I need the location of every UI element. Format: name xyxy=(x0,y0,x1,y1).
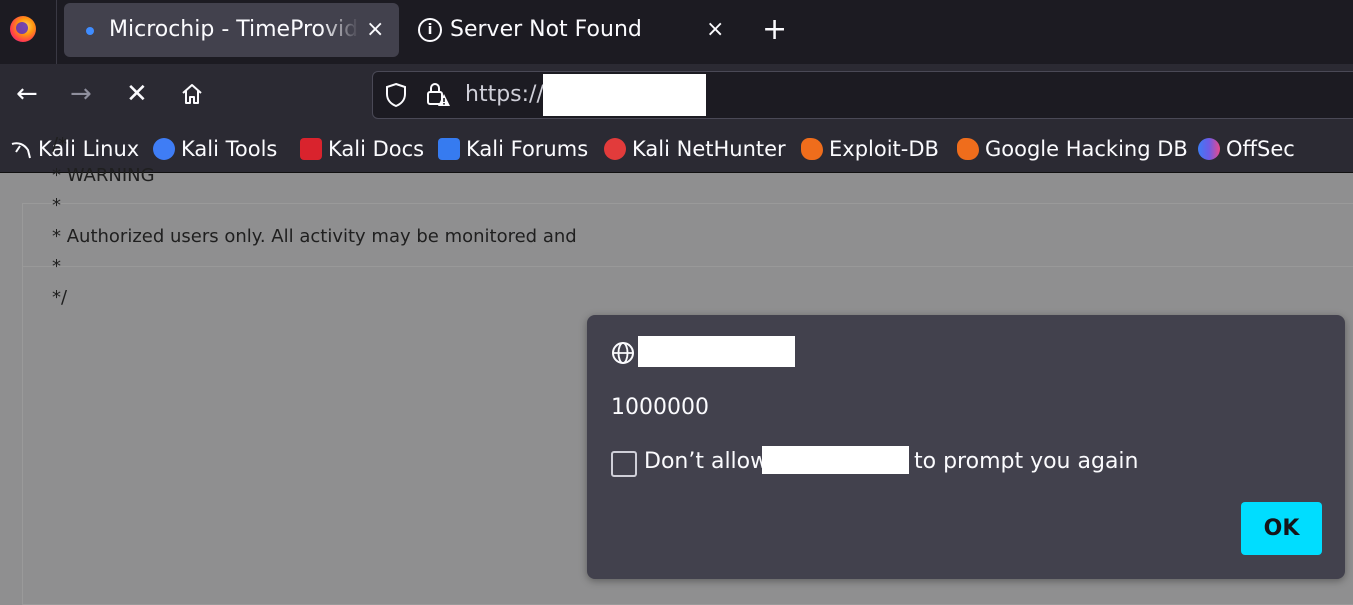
exploit-db-icon xyxy=(801,138,823,160)
tab-microchip[interactable]: Microchip - TimeProvider × xyxy=(64,3,399,57)
ok-button[interactable]: OK xyxy=(1241,502,1322,555)
kali-dragon-icon xyxy=(11,142,31,159)
info-icon: i xyxy=(418,18,442,42)
tab-title: Microchip - TimeProvider xyxy=(109,17,359,42)
home-icon[interactable] xyxy=(180,82,204,106)
tab-separator xyxy=(56,0,57,64)
prompt-dialog: 1000000 Don’t allow to prompt you again … xyxy=(587,315,1345,579)
tab-close-icon[interactable]: × xyxy=(366,17,384,42)
url-text: https:// xyxy=(465,82,544,107)
shield-icon[interactable] xyxy=(385,82,407,108)
tab-title: Server Not Found xyxy=(450,17,642,42)
lock-warning-icon[interactable] xyxy=(425,80,451,108)
dont-allow-checkbox[interactable] xyxy=(611,451,637,477)
checkbox-label-suffix[interactable]: to prompt you again xyxy=(914,449,1138,474)
bookmark-offsec[interactable]: OffSec xyxy=(1198,134,1295,164)
url-bar[interactable]: https:// xyxy=(372,71,1353,119)
tab-close-icon[interactable]: × xyxy=(706,17,724,42)
redacted-url xyxy=(543,74,706,116)
prompt-message: 1000000 xyxy=(611,395,709,420)
code-line: /* xyxy=(52,134,68,155)
code-line: * xyxy=(52,256,61,277)
tab-server-not-found[interactable]: i Server Not Found × xyxy=(408,3,738,57)
code-line: * WARNING xyxy=(52,164,155,186)
bookmark-kali-nethunter[interactable]: Kali NetHunter xyxy=(604,134,786,164)
code-line: */ xyxy=(52,286,68,308)
bookmark-google-hacking-db[interactable]: Google Hacking DB xyxy=(957,134,1188,164)
code-line: * Authorized users only. All activity ma… xyxy=(52,225,577,247)
redacted-hostname xyxy=(762,446,909,474)
code-line: * xyxy=(52,195,61,216)
loading-dot-icon xyxy=(86,27,94,35)
firefox-logo-icon[interactable] xyxy=(10,16,36,42)
nav-toolbar: ← → ✕ https:// xyxy=(0,64,1353,126)
stop-button[interactable]: ✕ xyxy=(126,78,148,110)
tab-strip: Microchip - TimeProvider × i Server Not … xyxy=(0,0,1353,64)
back-button[interactable]: ← xyxy=(16,78,38,110)
new-tab-button[interactable]: + xyxy=(762,12,787,48)
offsec-icon xyxy=(1198,138,1220,160)
redacted-hostname xyxy=(638,336,795,367)
bookmark-exploit-db[interactable]: Exploit-DB xyxy=(801,134,939,164)
globe-icon xyxy=(612,342,634,364)
warning-banner-text: /* * WARNING * * Authorized users only. All… xyxy=(52,130,577,313)
ghdb-icon xyxy=(957,138,979,160)
kali-nethunter-icon xyxy=(604,138,626,160)
forward-button[interactable]: → xyxy=(70,78,92,110)
checkbox-label-prefix[interactable]: Don’t allow xyxy=(644,449,768,474)
